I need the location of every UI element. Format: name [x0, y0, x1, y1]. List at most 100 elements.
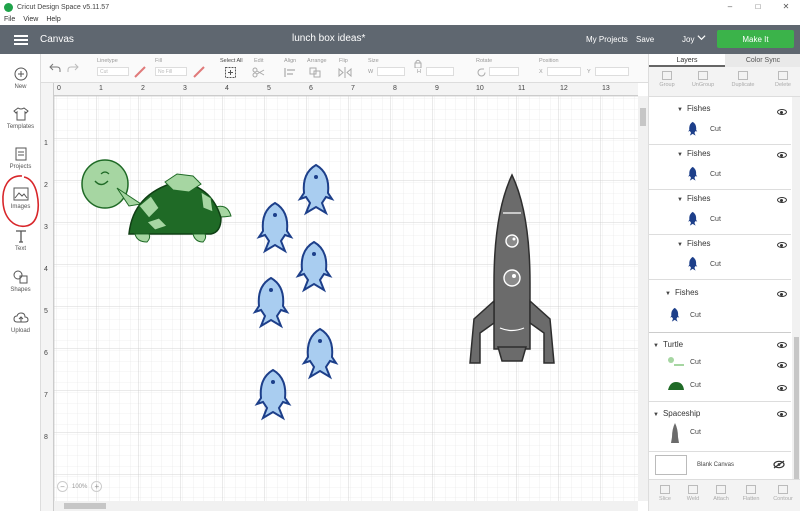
scissors-icon[interactable]: [252, 67, 266, 78]
height-input[interactable]: [426, 67, 454, 76]
minimize-button[interactable]: –: [716, 0, 744, 14]
hamburger-menu-icon[interactable]: [14, 34, 28, 45]
canvas-vertical-scrollbar[interactable]: [638, 96, 648, 501]
layer-group-fishes[interactable]: ▼ Fishes Cut: [649, 236, 791, 280]
layer-group-fishes[interactable]: ▼ Fishes Cut: [649, 146, 791, 190]
sidebar-item-shapes[interactable]: Shapes: [0, 269, 41, 293]
eye-icon[interactable]: [777, 362, 787, 368]
fish-image[interactable]: [251, 276, 293, 330]
contour-button[interactable]: Contour: [769, 485, 797, 502]
select-all-button[interactable]: Select All: [220, 58, 243, 64]
fish-image[interactable]: [296, 163, 338, 217]
x-input[interactable]: [547, 67, 581, 76]
blank-canvas-row[interactable]: Blank Canvas: [649, 451, 791, 477]
layer-group-header[interactable]: ▼ Fishes: [665, 288, 699, 297]
eye-icon[interactable]: [777, 109, 787, 115]
fish-image[interactable]: [255, 201, 297, 255]
sidebar-item-upload[interactable]: Upload: [0, 310, 41, 334]
canvas-swatch[interactable]: [655, 455, 687, 475]
layer-group-header[interactable]: ▼ Fishes: [677, 194, 711, 203]
duplicate-button[interactable]: Duplicate: [725, 71, 761, 88]
flip-icon[interactable]: [338, 67, 352, 78]
collapse-triangle-icon[interactable]: ▼: [677, 107, 683, 113]
eye-icon[interactable]: [777, 411, 787, 417]
my-projects-link[interactable]: My Projects: [586, 35, 628, 44]
layer-group-turtle[interactable]: ▼ Turtle Cut Cut: [649, 334, 791, 402]
sidebar-item-templates[interactable]: Templates: [0, 106, 41, 130]
select-all-icon[interactable]: [225, 67, 236, 78]
turtle-image[interactable]: [81, 158, 233, 246]
maximize-button[interactable]: □: [744, 0, 772, 14]
sidebar-item-projects[interactable]: Projects: [0, 146, 41, 170]
slice-button[interactable]: Slice: [651, 485, 679, 502]
fish-image[interactable]: [253, 368, 295, 422]
attach-button[interactable]: Attach: [707, 485, 735, 502]
make-it-button[interactable]: Make It: [717, 30, 794, 48]
design-canvas[interactable]: [41, 83, 638, 511]
scrollbar-thumb[interactable]: [794, 337, 799, 487]
y-input[interactable]: [595, 67, 629, 76]
flatten-button[interactable]: Flatten: [737, 485, 765, 502]
delete-button[interactable]: Delete: [765, 71, 800, 88]
arrange-icon[interactable]: [309, 67, 323, 78]
collapse-triangle-icon[interactable]: ▼: [665, 291, 671, 297]
eye-icon[interactable]: [777, 342, 787, 348]
save-button[interactable]: Save: [636, 35, 654, 44]
collapse-triangle-icon[interactable]: ▼: [677, 242, 683, 248]
zoom-out-button[interactable]: −: [57, 481, 68, 492]
user-menu[interactable]: Joy: [682, 35, 694, 44]
layer-group-header[interactable]: ▼ Turtle: [653, 340, 683, 349]
rotate-input[interactable]: [489, 67, 519, 76]
weld-button[interactable]: Weld: [679, 485, 707, 502]
layer-group-header[interactable]: ▼ Fishes: [677, 149, 711, 158]
eye-icon[interactable]: [777, 385, 787, 391]
ungroup-button[interactable]: UnGroup: [685, 71, 721, 88]
layer-group-header[interactable]: ▼ Spaceship: [653, 409, 700, 418]
fish-image[interactable]: [300, 327, 342, 381]
collapse-triangle-icon[interactable]: ▼: [653, 412, 659, 418]
layers-scrollbar[interactable]: [792, 97, 800, 497]
eye-icon[interactable]: [777, 242, 787, 248]
layer-group-fishes[interactable]: ▼ Fishes Cut: [649, 281, 791, 333]
menu-view[interactable]: View: [23, 16, 38, 23]
edit-menu[interactable]: Edit: [254, 58, 263, 64]
eye-icon[interactable]: [777, 152, 787, 158]
fish-image[interactable]: [294, 240, 336, 294]
sidebar-item-new[interactable]: New: [0, 66, 41, 90]
layer-group-fishes[interactable]: ▼ Fishes Cut: [649, 97, 791, 145]
scrollbar-thumb[interactable]: [640, 108, 646, 126]
chevron-down-icon[interactable]: [697, 33, 706, 42]
arrange-menu[interactable]: Arrange: [307, 58, 327, 64]
linetype-select[interactable]: Cut: [97, 67, 129, 76]
undo-icon[interactable]: [49, 63, 61, 73]
collapse-triangle-icon[interactable]: ▼: [677, 152, 683, 158]
layer-group-fishes[interactable]: ▼ Fishes Cut: [649, 191, 791, 235]
layer-group-header[interactable]: ▼ Fishes: [677, 239, 711, 248]
tab-color-sync[interactable]: Color Sync: [725, 54, 800, 67]
zoom-in-button[interactable]: +: [91, 481, 103, 492]
scrollbar-thumb[interactable]: [64, 503, 106, 509]
canvas-horizontal-scrollbar[interactable]: [54, 501, 638, 511]
redo-icon[interactable]: [67, 63, 79, 73]
collapse-triangle-icon[interactable]: ▼: [677, 197, 683, 203]
fill-select[interactable]: No Fill: [155, 67, 187, 76]
layer-group-spaceship[interactable]: ▼ Spaceship Cut: [649, 403, 791, 445]
menu-help[interactable]: Help: [46, 16, 60, 23]
layer-group-header[interactable]: ▼ Fishes: [677, 104, 711, 113]
group-button[interactable]: Group: [649, 71, 685, 88]
eye-off-icon[interactable]: [773, 460, 785, 469]
lock-icon[interactable]: [414, 59, 422, 68]
linetype-color-icon[interactable]: [134, 66, 146, 78]
close-window-button[interactable]: ✕: [772, 0, 800, 14]
collapse-triangle-icon[interactable]: ▼: [653, 343, 659, 349]
flip-menu[interactable]: Flip: [339, 58, 348, 64]
fill-color-icon[interactable]: [193, 66, 205, 78]
align-icon[interactable]: [284, 67, 298, 78]
align-menu[interactable]: Align: [284, 58, 296, 64]
eye-icon[interactable]: [777, 197, 787, 203]
eye-icon[interactable]: [777, 291, 787, 297]
menu-file[interactable]: File: [4, 16, 15, 23]
width-input[interactable]: [377, 67, 405, 76]
spaceship-image[interactable]: [468, 173, 556, 367]
tab-layers[interactable]: Layers: [649, 54, 725, 67]
